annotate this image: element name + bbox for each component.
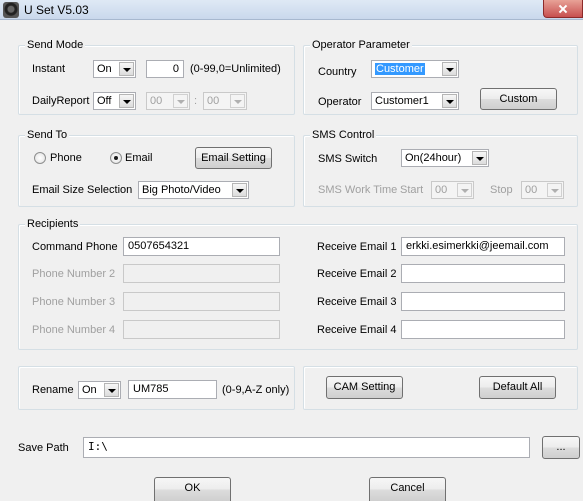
email-radio[interactable] (110, 152, 122, 164)
daily-report-hour-select[interactable]: 00 (146, 92, 190, 110)
window-title: U Set V5.03 (24, 3, 89, 17)
daily-report-minute-select[interactable]: 00 (203, 92, 247, 110)
chevron-down-icon (173, 94, 188, 108)
sms-switch-label: SMS Switch (318, 153, 378, 165)
receive-email-1-input[interactable]: erkki.esimerkki@jeemail.com (401, 237, 565, 256)
email-radio-label[interactable]: Email (125, 151, 153, 165)
receive-email-4-label: Receive Email 4 (317, 324, 397, 336)
chevron-down-icon (119, 94, 134, 108)
rename-hint: (0-9,A-Z only) (222, 384, 290, 396)
app-icon (3, 2, 19, 18)
receive-email-4-input[interactable] (401, 320, 565, 339)
country-value: Customer (375, 63, 425, 75)
ok-button[interactable]: OK (154, 477, 231, 501)
sms-stop-label: Stop (490, 184, 513, 196)
email-size-value: Big Photo/Video (142, 184, 221, 196)
command-phone-input[interactable]: 0507654321 (123, 237, 280, 256)
cam-setting-button[interactable]: CAM Setting (326, 376, 403, 399)
operator-select[interactable]: Customer1 (371, 92, 459, 110)
email-setting-button[interactable]: Email Setting (195, 147, 272, 169)
phone-number-2-input[interactable] (123, 264, 280, 283)
operator-parameter-title: Operator Parameter (310, 39, 412, 51)
phone-number-4-label: Phone Number 4 (32, 324, 116, 336)
command-phone-label: Command Phone (32, 241, 118, 253)
daily-report-label: DailyReport (32, 95, 90, 107)
default-all-button[interactable]: Default All (479, 376, 556, 399)
chevron-down-icon (442, 94, 457, 108)
phone-number-4-input[interactable] (123, 320, 280, 339)
receive-email-1-label: Receive Email 1 (317, 241, 397, 253)
recipients-title: Recipients (25, 218, 81, 230)
sms-start-select[interactable]: 00 (431, 181, 474, 199)
sms-stop-value: 00 (525, 184, 538, 196)
phone-number-2-label: Phone Number 2 (32, 268, 116, 280)
country-label: Country (318, 66, 357, 78)
instant-value: On (97, 63, 112, 75)
daily-report-hour-value: 00 (150, 95, 163, 107)
phone-number-3-label: Phone Number 3 (32, 296, 116, 308)
time-separator: : (194, 95, 198, 107)
instant-label: Instant (32, 63, 66, 75)
daily-report-select[interactable]: Off (93, 92, 136, 110)
send-mode-title: Send Mode (25, 39, 86, 51)
instant-select[interactable]: On (93, 60, 136, 78)
phone-radio[interactable] (34, 152, 46, 164)
receive-email-2-label: Receive Email 2 (317, 268, 397, 280)
send-count-input[interactable]: 0 (146, 60, 184, 78)
close-button[interactable] (543, 0, 583, 18)
send-to-title: Send To (25, 129, 70, 141)
rename-select[interactable]: On (78, 381, 121, 399)
chevron-down-icon (442, 62, 457, 76)
receive-email-3-label: Receive Email 3 (317, 296, 397, 308)
email-size-select[interactable]: Big Photo/Video (138, 181, 249, 199)
chevron-down-icon (232, 183, 247, 197)
rename-input[interactable]: UM785 (128, 380, 217, 399)
phone-radio-label[interactable]: Phone (50, 151, 82, 165)
operator-label: Operator (318, 96, 362, 108)
country-select[interactable]: Customer (371, 60, 459, 78)
chevron-down-icon (230, 94, 245, 108)
save-path-label: Save Path (18, 442, 69, 454)
sms-stop-select[interactable]: 00 (521, 181, 564, 199)
daily-report-minute-value: 00 (207, 95, 220, 107)
rename-label: Rename (32, 384, 74, 396)
cancel-button[interactable]: Cancel (369, 477, 446, 501)
sms-switch-value: On(24hour) (405, 152, 462, 164)
chevron-down-icon (547, 183, 562, 197)
receive-email-2-input[interactable] (401, 264, 565, 283)
sms-start-value: 00 (435, 184, 448, 196)
daily-report-value: Off (97, 95, 112, 107)
operator-value: Customer1 (375, 95, 429, 107)
chevron-down-icon (472, 151, 487, 165)
receive-email-3-input[interactable] (401, 292, 565, 311)
sms-work-time-label: SMS Work Time (318, 184, 398, 196)
chevron-down-icon (119, 62, 134, 76)
sms-switch-select[interactable]: On(24hour) (401, 149, 489, 167)
save-path-input[interactable]: I:\ (83, 437, 530, 458)
rename-value: On (82, 384, 97, 396)
chevron-down-icon (104, 383, 119, 397)
sms-start-label: Start (400, 184, 424, 196)
phone-number-3-input[interactable] (123, 292, 280, 311)
chevron-down-icon (457, 183, 472, 197)
custom-button[interactable]: Custom (480, 88, 557, 110)
sms-control-title: SMS Control (310, 129, 377, 141)
email-size-label: Email Size Selection (32, 184, 133, 196)
browse-button[interactable]: ... (542, 436, 580, 459)
send-count-hint: (0-99,0=Unlimited) (190, 63, 281, 75)
